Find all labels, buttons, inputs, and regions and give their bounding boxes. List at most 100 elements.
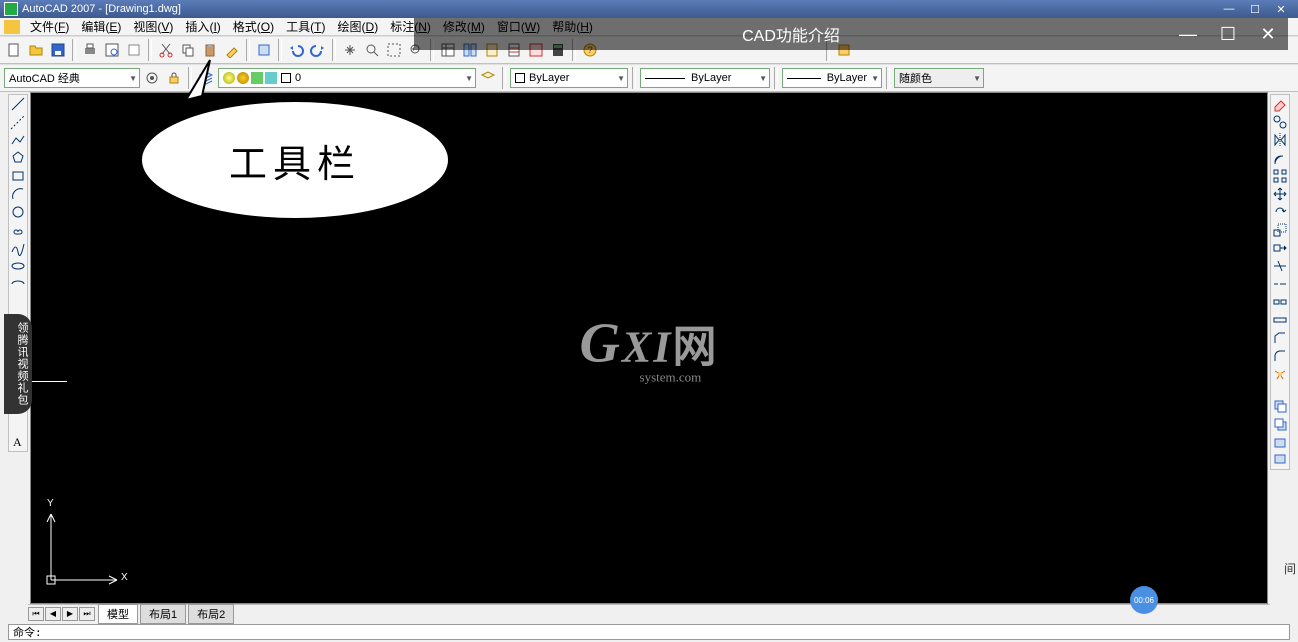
extend-tool[interactable] [1271,275,1289,293]
print-button[interactable] [80,40,100,60]
pan-button[interactable] [340,40,360,60]
mtext-tool[interactable]: A [9,433,27,451]
tab-nav-next[interactable]: ▶ [62,607,78,621]
offset-tool[interactable] [1271,149,1289,167]
layer-freeze-icon [237,72,249,84]
video-title: CAD功能介绍 [742,22,840,46]
tab-layout1[interactable]: 布局1 [140,604,186,624]
circle-tool[interactable] [9,203,27,221]
stretch-tool[interactable] [1271,239,1289,257]
move-tool[interactable] [1271,185,1289,203]
lineweight-sample [787,78,821,79]
workspace-dropdown[interactable]: AutoCAD 经典 ▼ [4,68,140,88]
save-button[interactable] [48,40,68,60]
undo-button[interactable] [286,40,306,60]
layer-previous-button[interactable] [478,68,498,88]
menu-tools[interactable]: 工具(T) [280,18,331,35]
menu-draw[interactable]: 绘图(D) [332,18,385,35]
scale-tool[interactable] [1271,221,1289,239]
fillet-tool[interactable] [1271,347,1289,365]
menu-edit[interactable]: 编辑(E) [75,18,127,35]
plot-preview-button[interactable] [102,40,122,60]
line-tool[interactable] [9,95,27,113]
chevron-down-icon: ▼ [613,74,625,83]
paste-button[interactable] [200,40,220,60]
overlay-minimize-button[interactable]: — [1168,24,1208,45]
plotstyle-dropdown[interactable]: 随颜色 ▼ [894,68,984,88]
tab-nav-first[interactable]: ⏮ [28,607,44,621]
lineweight-dropdown[interactable]: ByLayer ▼ [782,68,882,88]
linetype-value: ByLayer [691,72,731,84]
publish-button[interactable] [124,40,144,60]
tab-layout2[interactable]: 布局2 [188,604,234,624]
draworder-back-tool[interactable] [1271,415,1289,433]
draworder-front-tool[interactable] [1271,397,1289,415]
promo-text: 领腾讯视频礼包 [16,322,28,406]
linetype-dropdown[interactable]: ByLayer ▼ [640,68,770,88]
polygon-tool[interactable] [9,149,27,167]
rotate-tool[interactable] [1271,203,1289,221]
zoom-realtime-button[interactable] [362,40,382,60]
command-line[interactable]: 命令: [8,624,1290,640]
minimize-button[interactable]: — [1216,3,1242,15]
draworder-above-tool[interactable] [1271,433,1289,451]
zoom-window-button[interactable] [384,40,404,60]
menu-insert[interactable]: 插入(I) [179,18,226,35]
callout-text: 工具栏 [229,133,361,188]
layer-on-icon [223,72,235,84]
new-button[interactable] [4,40,24,60]
workspace-settings-button[interactable] [142,68,162,88]
menu-view[interactable]: 视图(V) [127,18,179,35]
arc-tool[interactable] [9,185,27,203]
video-time-badge: 00:06 [1130,586,1158,614]
linetype-sample [645,78,685,79]
maximize-button[interactable]: ☐ [1242,3,1268,16]
copy-button[interactable] [178,40,198,60]
array-tool[interactable] [1271,167,1289,185]
close-button[interactable]: ✕ [1268,3,1294,16]
layout-tabs: ⏮ ◀ ▶ ⏭ 模型 布局1 布局2 [28,604,1270,622]
erase-tool[interactable] [1271,95,1289,113]
copy-tool[interactable] [1271,113,1289,131]
trim-tool[interactable] [1271,257,1289,275]
watermark: GXI网 system.com [580,311,719,386]
menu-file[interactable]: 文件(F) [24,18,75,35]
menu-file-icon [4,20,20,34]
tab-model[interactable]: 模型 [98,604,138,624]
color-dropdown[interactable]: ByLayer ▼ [510,68,628,88]
chevron-down-icon: ▼ [755,74,767,83]
explode-tool[interactable] [1271,365,1289,383]
overlay-maximize-button[interactable]: ☐ [1208,24,1248,45]
ucs-y-label: Y [47,498,54,509]
rectangle-tool[interactable] [9,167,27,185]
ellipse-arc-tool[interactable] [9,275,27,293]
promo-side-tab[interactable]: 领腾讯视频礼包 [4,314,32,414]
block-editor-button[interactable] [254,40,274,60]
draworder-under-tool[interactable] [1271,451,1289,469]
tab-nav-last[interactable]: ⏭ [79,607,95,621]
tab-nav-prev[interactable]: ◀ [45,607,61,621]
app-title: AutoCAD 2007 - [Drawing1.dwg] [22,3,181,15]
break-tool[interactable] [1271,293,1289,311]
ellipse-tool[interactable] [9,257,27,275]
spline-tool[interactable] [9,239,27,257]
layer-color-swatch [281,73,291,83]
overlay-close-button[interactable]: ✕ [1248,24,1288,45]
ucs-icon: Y X [39,502,129,595]
open-button[interactable] [26,40,46,60]
menu-format[interactable]: 格式(O) [227,18,280,35]
polyline-tool[interactable] [9,131,27,149]
video-overlay-titlebar: CAD功能介绍 — ☐ ✕ [414,18,1288,50]
join-tool[interactable] [1271,311,1289,329]
chevron-down-icon: ▼ [969,74,981,83]
mirror-tool[interactable] [1271,131,1289,149]
layer-name: 0 [295,72,301,84]
revcloud-tool[interactable] [9,221,27,239]
match-prop-button[interactable] [222,40,242,60]
chamfer-tool[interactable] [1271,329,1289,347]
xline-tool[interactable] [9,113,27,131]
redo-button[interactable] [308,40,328,60]
layer-dropdown[interactable]: 0 ▼ [218,68,476,88]
chevron-down-icon: ▼ [461,74,473,83]
cut-button[interactable] [156,40,176,60]
